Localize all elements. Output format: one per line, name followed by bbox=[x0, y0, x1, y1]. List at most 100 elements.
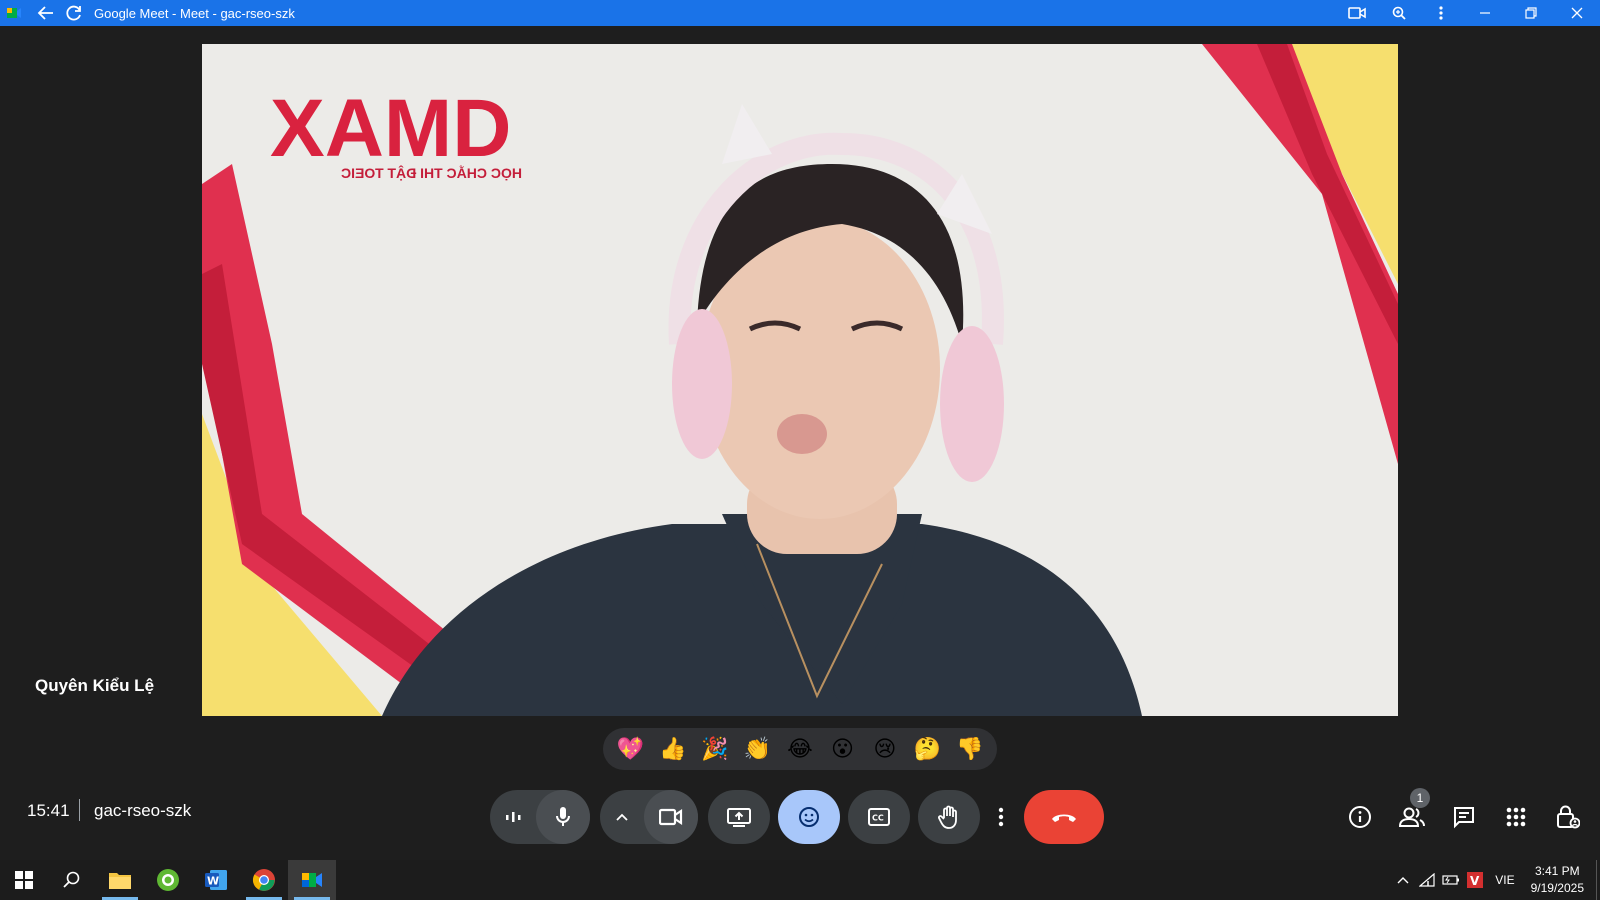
camera-status-button[interactable] bbox=[1336, 0, 1378, 26]
zoom-button[interactable] bbox=[1378, 0, 1420, 26]
chevron-up-icon bbox=[1397, 877, 1409, 884]
menu-button[interactable] bbox=[1420, 0, 1462, 26]
word-task[interactable]: W bbox=[192, 860, 240, 900]
apps-grid-icon bbox=[1506, 807, 1526, 827]
people-icon bbox=[1399, 807, 1425, 827]
video-camera-icon bbox=[1348, 7, 1366, 19]
arrow-left-icon bbox=[37, 6, 53, 20]
reaction-thumbs-down[interactable]: 👎 bbox=[952, 731, 988, 767]
battery-button[interactable] bbox=[1439, 860, 1463, 900]
reload-button[interactable] bbox=[60, 0, 88, 26]
battery-icon bbox=[1442, 875, 1460, 885]
audio-control-group bbox=[490, 790, 590, 844]
wifi-icon bbox=[1419, 873, 1435, 887]
reaction-sparkling-heart[interactable]: 💖 bbox=[612, 731, 648, 767]
microphone-button[interactable] bbox=[536, 790, 590, 844]
file-explorer-task[interactable] bbox=[96, 860, 144, 900]
reaction-crying[interactable]: 😢 bbox=[867, 731, 903, 767]
more-vertical-icon bbox=[1439, 6, 1443, 20]
google-meet-task[interactable] bbox=[288, 860, 336, 900]
smiley-icon bbox=[799, 807, 819, 827]
svg-text:V: V bbox=[1470, 874, 1480, 888]
microphone-icon bbox=[556, 807, 570, 826]
reaction-clapping-hands[interactable]: 👏 bbox=[740, 731, 776, 767]
chrome-task[interactable] bbox=[240, 860, 288, 900]
video-options-button[interactable] bbox=[600, 790, 644, 844]
participant-person bbox=[382, 104, 1142, 716]
more-vertical-icon bbox=[998, 807, 1004, 827]
reaction-surprised[interactable]: 😮 bbox=[824, 731, 860, 767]
word-icon: W bbox=[205, 870, 227, 890]
video-control-group bbox=[600, 790, 698, 844]
unikey-icon: V bbox=[1467, 872, 1484, 888]
window-title: Google Meet - Meet - gac-rseo-szk bbox=[94, 5, 295, 21]
search-button[interactable] bbox=[48, 860, 96, 900]
camera-button[interactable] bbox=[644, 790, 698, 844]
taskbar-clock[interactable]: 3:41 PM 9/19/2025 bbox=[1531, 863, 1584, 897]
logo-tagline: HỌC CHẮC THI ĐẬT TOEIC bbox=[341, 164, 522, 181]
minimize-icon bbox=[1480, 12, 1490, 14]
activities-button[interactable] bbox=[1490, 790, 1542, 844]
reaction-thinking[interactable]: 🤔 bbox=[909, 731, 945, 767]
reaction-thumbs-up[interactable]: 👍 bbox=[655, 731, 691, 767]
restore-button[interactable] bbox=[1508, 0, 1554, 26]
folder-icon bbox=[109, 873, 131, 889]
people-count-badge: 1 bbox=[1410, 788, 1430, 808]
audio-level-icon bbox=[506, 812, 521, 822]
lock-person-icon bbox=[1557, 805, 1580, 829]
minimize-button[interactable] bbox=[1462, 0, 1508, 26]
more-options-button[interactable] bbox=[986, 790, 1016, 844]
call-controls: CC bbox=[490, 790, 1104, 844]
participant-video-tile[interactable]: XAMD HỌC CHẮC THI ĐẬT TOEIC bbox=[202, 44, 1398, 716]
meet-app-icon bbox=[302, 873, 322, 887]
input-language[interactable]: VIE bbox=[1495, 873, 1514, 887]
raise-hand-button[interactable] bbox=[918, 790, 980, 844]
search-icon bbox=[63, 871, 80, 888]
chat-button[interactable] bbox=[1438, 790, 1490, 844]
start-button[interactable] bbox=[0, 860, 48, 900]
reaction-tears-of-joy[interactable]: 😂 bbox=[782, 731, 818, 767]
show-hidden-icons-button[interactable] bbox=[1391, 860, 1415, 900]
show-desktop-button[interactable] bbox=[1596, 860, 1600, 900]
back-button[interactable] bbox=[32, 0, 60, 26]
end-call-icon bbox=[1052, 814, 1076, 822]
participant-name-label: Quyên Kiểu Lệ bbox=[35, 676, 155, 695]
meeting-code: gac-rseo-szk bbox=[94, 801, 192, 820]
meeting-side-panel-buttons: 1 bbox=[1334, 788, 1600, 844]
meet-app-icon bbox=[7, 8, 21, 18]
leave-call-button[interactable] bbox=[1024, 790, 1104, 844]
chat-icon bbox=[1454, 807, 1474, 829]
host-controls-button[interactable] bbox=[1542, 790, 1594, 844]
info-icon bbox=[1349, 806, 1371, 828]
close-icon bbox=[1571, 7, 1583, 19]
coc-coc-browser-task[interactable] bbox=[144, 860, 192, 900]
reload-icon bbox=[66, 5, 81, 21]
video-camera-icon bbox=[659, 808, 683, 826]
network-button[interactable] bbox=[1415, 860, 1439, 900]
people-button[interactable]: 1 bbox=[1386, 788, 1438, 844]
captions-button[interactable]: CC bbox=[848, 790, 910, 844]
present-screen-button[interactable] bbox=[708, 790, 770, 844]
coc-coc-icon bbox=[157, 869, 179, 891]
reactions-button[interactable] bbox=[778, 790, 840, 844]
system-tray: V VIE 3:41 PM 9/19/2025 bbox=[1391, 860, 1600, 900]
logo-text: XAMD bbox=[270, 83, 511, 174]
taskbar-date: 9/19/2025 bbox=[1530, 881, 1584, 895]
reaction-party-popper[interactable]: 🎉 bbox=[697, 731, 733, 767]
windows-taskbar: W V VIE 3:41 PM 9/19/2025 bbox=[0, 860, 1600, 900]
zoom-icon bbox=[1392, 6, 1406, 20]
meeting-time: 15:41 bbox=[27, 801, 70, 820]
meeting-stage: XAMD HỌC CHẮC THI ĐẬT TOEIC Quyên Kiểu L… bbox=[0, 26, 1600, 860]
close-button[interactable] bbox=[1554, 0, 1600, 26]
audio-level-button[interactable] bbox=[490, 790, 536, 844]
background-logo: XAMD HỌC CHẮC THI ĐẬT TOEIC bbox=[270, 83, 522, 181]
vietnamese-ime-button[interactable]: V bbox=[1463, 860, 1487, 900]
captions-icon: CC bbox=[868, 808, 890, 826]
chrome-icon bbox=[252, 869, 275, 891]
meeting-info-divider bbox=[79, 799, 80, 821]
svg-text:CC: CC bbox=[872, 814, 884, 823]
svg-text:W: W bbox=[207, 875, 219, 888]
reaction-bar: 💖 👍 🎉 👏 😂 😮 😢 🤔 👎 bbox=[603, 728, 997, 770]
present-screen-icon bbox=[727, 808, 751, 827]
meeting-details-button[interactable] bbox=[1334, 790, 1386, 844]
